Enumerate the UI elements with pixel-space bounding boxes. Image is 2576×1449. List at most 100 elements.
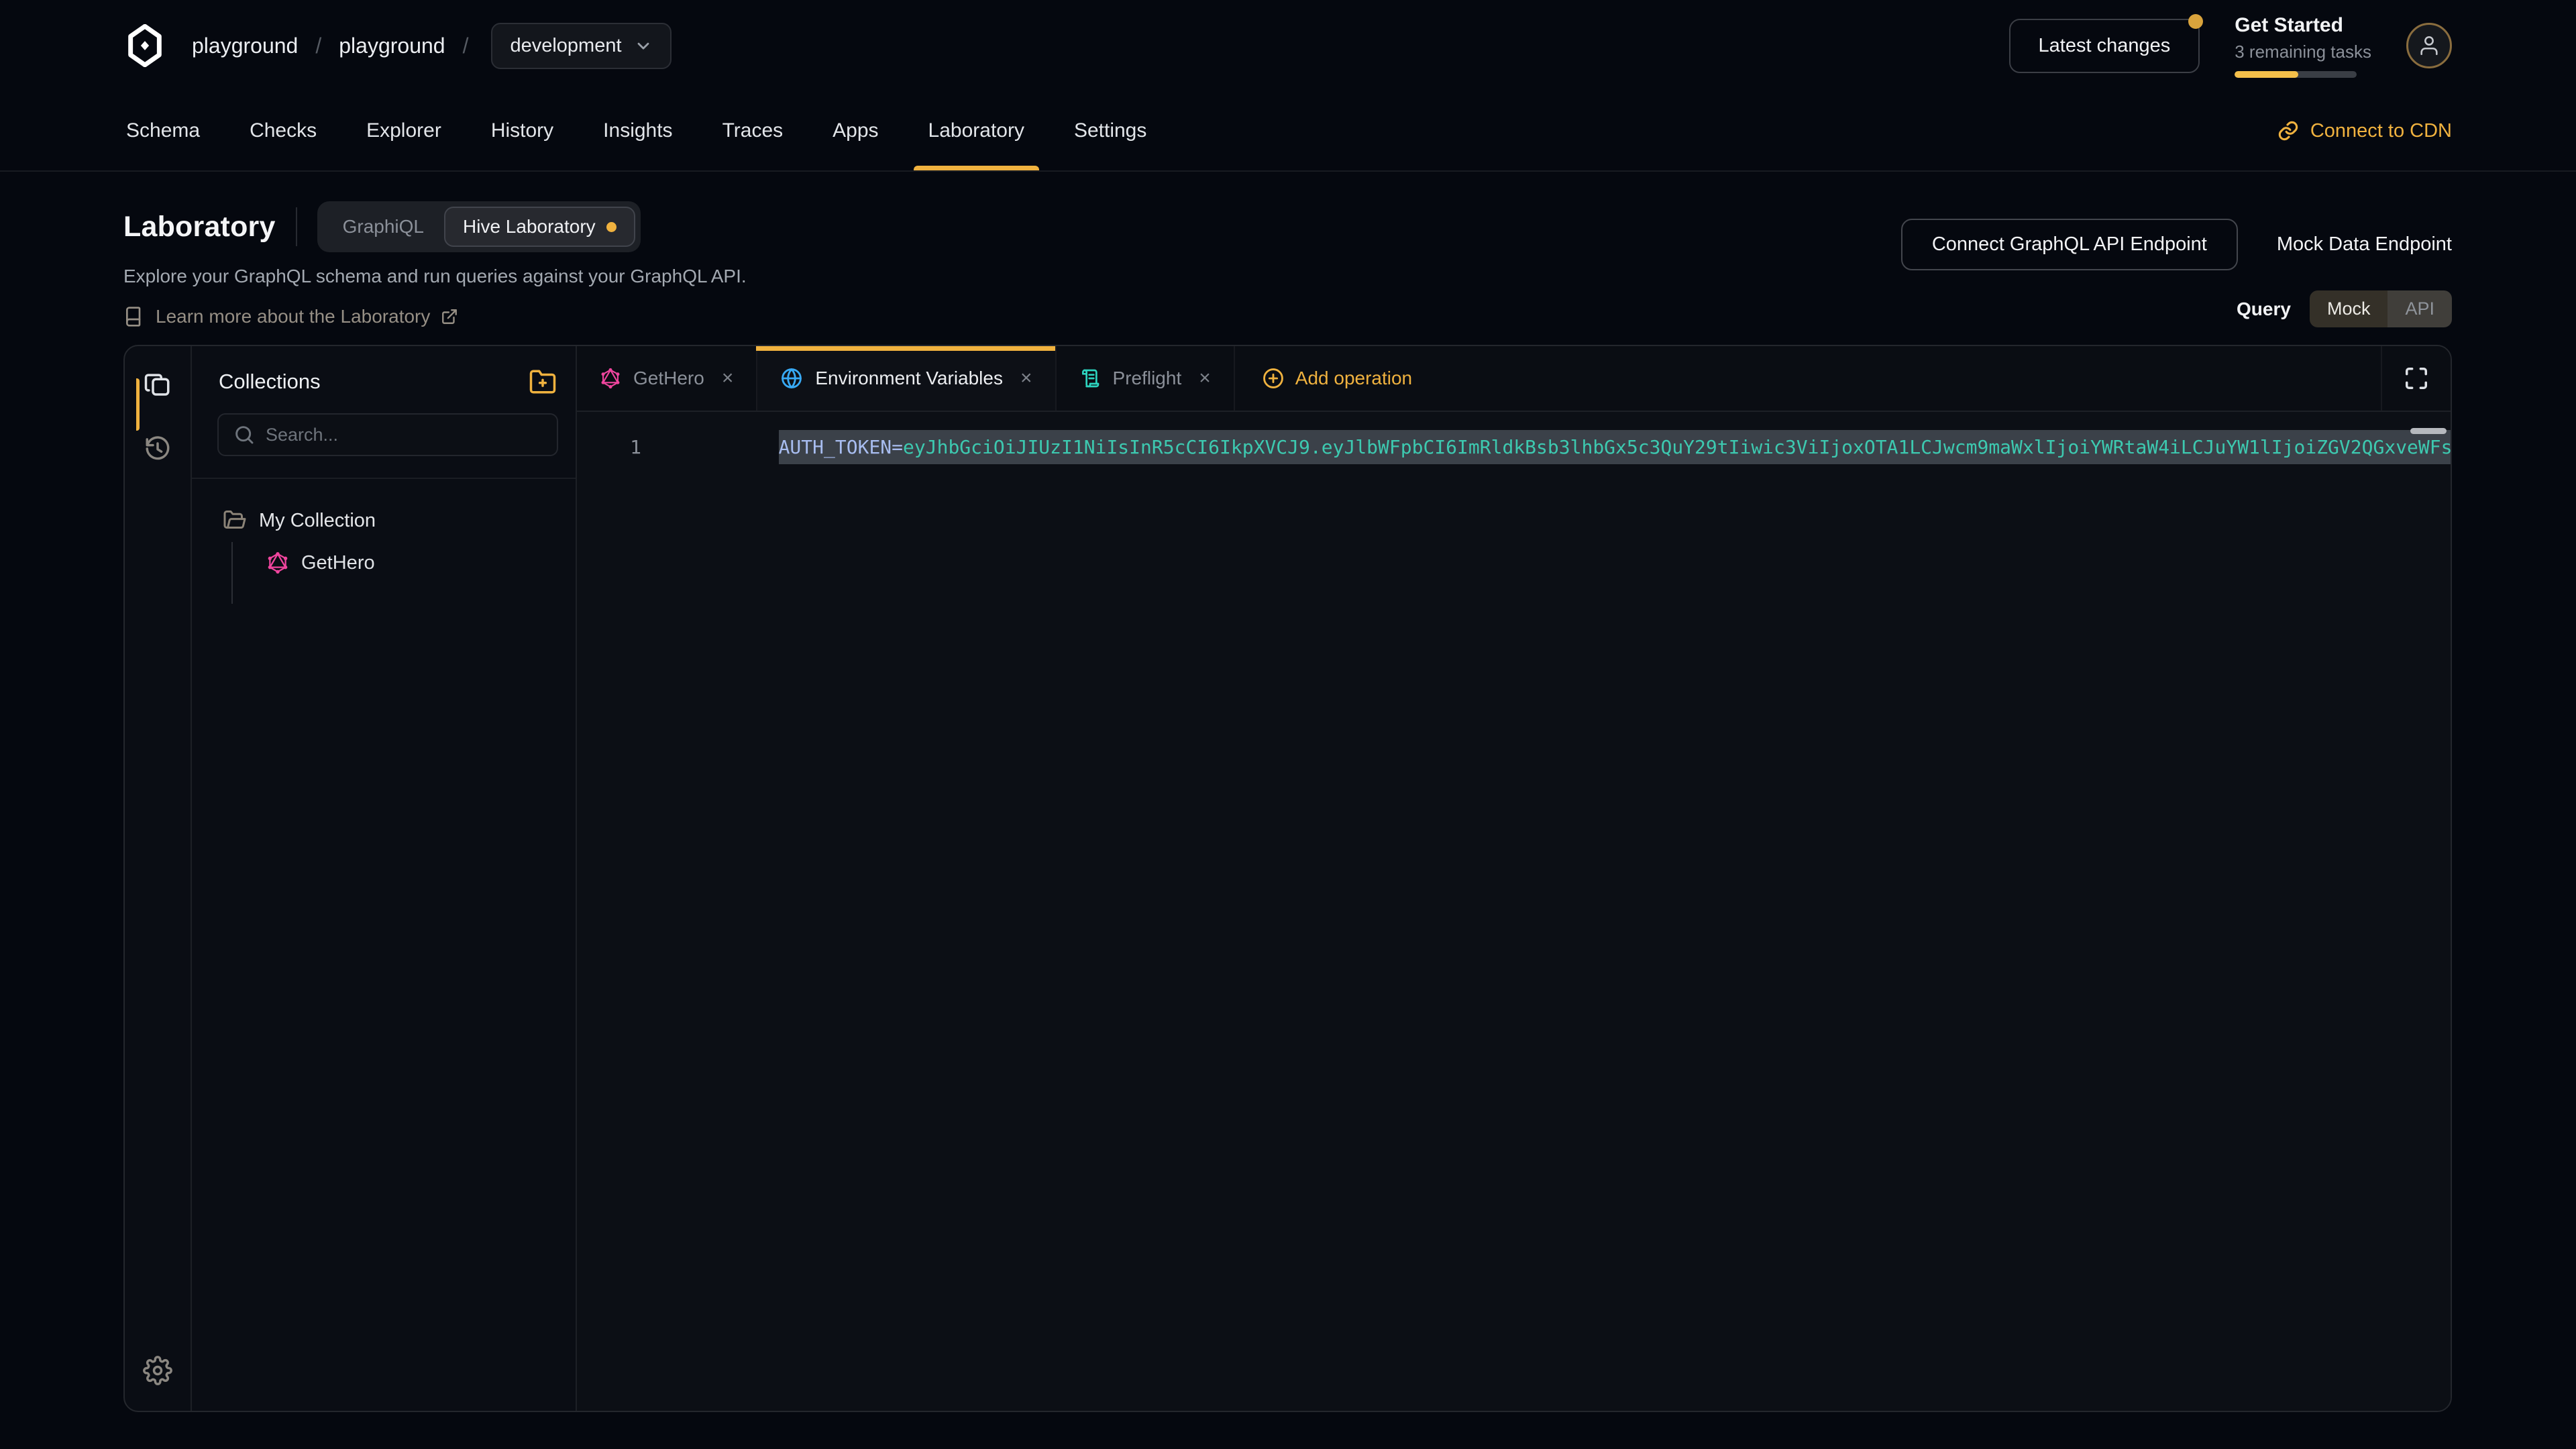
environment-variables-editor[interactable]: 1 AUTH_TOKEN=eyJhbGciOiJIUzI1NiIsInR5cCI…: [577, 412, 2451, 1411]
link-icon: [2277, 119, 2300, 142]
rail-history-button[interactable]: [136, 427, 179, 470]
new-feature-dot: [606, 222, 616, 232]
connect-graphql-endpoint-button[interactable]: Connect GraphQL API Endpoint: [1901, 219, 2238, 270]
globe-icon: [780, 367, 803, 390]
search-input[interactable]: [266, 425, 542, 445]
gear-icon: [143, 1356, 172, 1385]
graphql-icon: [266, 551, 289, 574]
top-header: playground / playground / development La…: [0, 0, 2576, 91]
connect-to-cdn-link[interactable]: Connect to CDN: [2277, 91, 2452, 170]
divider: [296, 207, 297, 246]
rail-collections-button[interactable]: [136, 364, 179, 407]
target-selector-value: development: [510, 35, 621, 57]
breadcrumb-separator: /: [315, 34, 321, 58]
collection-name: My Collection: [259, 510, 376, 532]
history-icon: [144, 434, 172, 462]
header-right-cluster: Latest changes Get Started 3 remaining t…: [2009, 14, 2452, 78]
rail-settings-button[interactable]: [136, 1349, 179, 1392]
latest-changes-button[interactable]: Latest changes: [2009, 19, 2200, 73]
rail-active-indicator: [136, 378, 140, 431]
book-icon: [123, 306, 145, 327]
editor-tab-gethero[interactable]: GetHero ×: [577, 346, 757, 411]
fullscreen-button[interactable]: [2381, 346, 2451, 411]
laboratory-hero: Laboratory GraphiQL Hive Laboratory Expl…: [0, 172, 2576, 345]
collections-search[interactable]: [217, 413, 558, 456]
learn-more-link[interactable]: Learn more about the Laboratory: [123, 306, 458, 327]
selected-code-text: AUTH_TOKEN=eyJhbGciOiJIUzI1NiIsInR5cCI6I…: [779, 430, 2451, 464]
tab-label: GetHero: [633, 368, 704, 389]
mode-option-graphiql[interactable]: GraphiQL: [323, 208, 444, 246]
nav-tab-traces[interactable]: Traces: [720, 91, 786, 170]
search-icon: [233, 424, 255, 445]
graphql-icon: [600, 368, 621, 389]
nav-tab-settings[interactable]: Settings: [1071, 91, 1149, 170]
page-title: Laboratory: [123, 211, 276, 244]
editor-pane: GetHero × Environment Variables × Prefli…: [577, 346, 2451, 1411]
editor-tabbar: GetHero × Environment Variables × Prefli…: [577, 346, 2451, 412]
code-line: 1 AUTH_TOKEN=eyJhbGciOiJIUzI1NiIsInR5cCI…: [577, 428, 2451, 466]
learn-more-label: Learn more about the Laboratory: [156, 306, 430, 327]
mock-data-endpoint-button[interactable]: Mock Data Endpoint: [2277, 233, 2452, 256]
query-mode-switch: Query Mock API: [2237, 290, 2452, 327]
operation-name: GetHero: [301, 552, 375, 574]
ide-mode-toggle: GraphiQL Hive Laboratory: [317, 201, 641, 252]
mode-option-label: Hive Laboratory: [463, 216, 596, 237]
nav-tab-apps[interactable]: Apps: [830, 91, 881, 170]
icon-rail: [125, 346, 192, 1411]
close-icon[interactable]: ×: [1020, 367, 1032, 390]
mode-option-hive-laboratory[interactable]: Hive Laboratory: [444, 207, 635, 247]
hive-logo-icon[interactable]: [123, 24, 166, 67]
notification-dot: [2188, 14, 2203, 29]
breadcrumb: playground / playground /: [192, 34, 468, 58]
nav-tab-explorer[interactable]: Explorer: [364, 91, 444, 170]
new-collection-button[interactable]: [529, 368, 557, 396]
latest-changes-label: Latest changes: [2039, 35, 2171, 56]
folder-plus-icon: [529, 368, 557, 396]
breadcrumb-separator: /: [463, 34, 469, 58]
query-mode-api[interactable]: API: [2387, 290, 2452, 327]
collections-tree: My Collection GetHero: [192, 479, 576, 582]
collections-sidebar: Collections My: [192, 346, 577, 1411]
editor-tab-environment-variables[interactable]: Environment Variables ×: [757, 346, 1056, 411]
target-selector[interactable]: development: [491, 23, 671, 69]
query-mode-mock[interactable]: Mock: [2310, 290, 2388, 327]
add-operation-button[interactable]: Add operation: [1235, 346, 1439, 411]
tab-label: Environment Variables: [815, 368, 1003, 389]
add-operation-label: Add operation: [1295, 368, 1412, 389]
avatar[interactable]: [2406, 23, 2452, 68]
nav-tab-laboratory[interactable]: Laboratory: [926, 91, 1027, 170]
query-label: Query: [2237, 299, 2291, 320]
user-icon: [2418, 34, 2440, 57]
nav-tab-checks[interactable]: Checks: [247, 91, 319, 170]
operation-row-gethero[interactable]: GetHero: [266, 543, 562, 582]
get-started-title: Get Started: [2235, 14, 2371, 37]
collections-icon: [144, 371, 172, 399]
primary-nav: Schema Checks Explorer History Insights …: [0, 91, 2576, 172]
nav-tab-schema[interactable]: Schema: [123, 91, 203, 170]
tab-label: Preflight: [1113, 368, 1182, 389]
get-started-widget[interactable]: Get Started 3 remaining tasks: [2235, 14, 2371, 78]
close-icon[interactable]: ×: [1199, 367, 1211, 390]
collections-title: Collections: [219, 370, 321, 394]
close-icon[interactable]: ×: [722, 367, 734, 390]
breadcrumb-org[interactable]: playground: [192, 34, 298, 58]
fullscreen-icon: [2404, 366, 2429, 391]
tabbar-spacer: [1439, 346, 2381, 411]
editor-scrollbar-thumb[interactable]: [2410, 428, 2447, 434]
script-icon: [1079, 368, 1101, 389]
get-started-progress-fill: [2235, 71, 2298, 78]
hero-actions: Connect GraphQL API Endpoint Mock Data E…: [1901, 219, 2452, 327]
get-started-subtitle: 3 remaining tasks: [2235, 42, 2371, 62]
nav-tab-insights[interactable]: Insights: [600, 91, 675, 170]
chevron-down-icon: [634, 36, 653, 55]
nav-tab-history[interactable]: History: [488, 91, 556, 170]
external-link-icon: [441, 308, 458, 325]
laboratory-panel: Collections My: [123, 345, 2452, 1412]
breadcrumb-project[interactable]: playground: [339, 34, 445, 58]
connect-to-cdn-label: Connect to CDN: [2310, 120, 2452, 142]
line-number: 1: [577, 436, 665, 458]
collection-folder-row[interactable]: My Collection: [223, 508, 562, 533]
plus-circle-icon: [1262, 367, 1285, 390]
editor-tab-preflight[interactable]: Preflight ×: [1057, 346, 1235, 411]
get-started-progressbar: [2235, 71, 2357, 78]
